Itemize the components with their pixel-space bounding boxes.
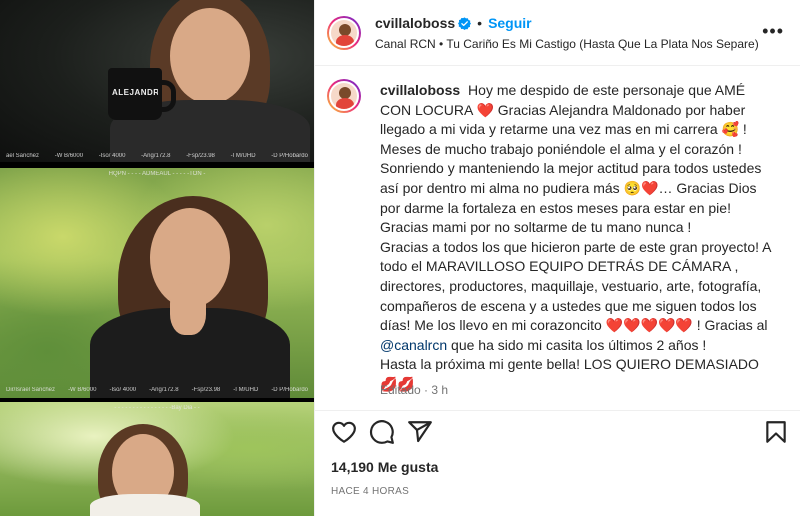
post-actions: 14,190 Me gusta HACE 4 HORAS — [315, 410, 800, 516]
caption-avatar[interactable] — [327, 79, 361, 113]
post-location[interactable]: Canal RCN • Tu Cariño Es Mi Castigo (Has… — [375, 37, 759, 51]
camera-overlay-bar: Dir/Israel Sanchez -W B/6000 -Iso/ 4000 … — [0, 384, 314, 396]
username-link[interactable]: cvillaloboss — [375, 15, 455, 31]
mug: ALEJANDR — [108, 68, 176, 120]
separator-dot: • — [477, 15, 483, 31]
mug-label: ALEJANDR — [112, 88, 158, 97]
more-options-icon[interactable]: ••• — [762, 22, 784, 40]
media-frame-2: HQPN - - - - ADMEAUL - - - - -TON - Dir/… — [0, 168, 314, 398]
post-header: cvillaloboss • Seguir Canal RCN • Tu Car… — [315, 0, 800, 66]
overlay-text: -I M/UHD — [230, 153, 256, 159]
share-icon[interactable] — [407, 419, 433, 445]
verified-badge-icon — [458, 16, 472, 30]
post-media[interactable]: ALEJANDR ael Sanchez -W B/6000 -Iso/ 400… — [0, 0, 314, 516]
caption-text: que ha sido mi casita los últimos 2 años… — [451, 336, 707, 353]
post-time[interactable]: HACE 4 HORAS — [331, 486, 409, 497]
caption-text: Hasta la próxima mi gente bella! LOS QUI… — [380, 356, 759, 373]
edited-timestamp: Editado · 3 h — [380, 383, 449, 397]
overlay-text: -Ang/172.8 — [149, 387, 179, 393]
camera-overlay-top: - - - - - - - - - - - - - - - -Bay Dia -… — [0, 402, 314, 414]
pleading-heart-emoji: 🥺❤️ — [623, 179, 659, 196]
heart-icon[interactable] — [331, 419, 357, 445]
caption-text: ! Gracias al — [696, 317, 768, 334]
overlay-text: -Iso/ 4000 — [98, 153, 126, 159]
media-frame-1: ALEJANDR ael Sanchez -W B/6000 -Iso/ 400… — [0, 0, 314, 162]
overlay-text: - - - - - - - - - - - - - - - -Bay Dia -… — [114, 405, 200, 411]
overlay-text: HQPN - - - - ADMEAUL - - - - -TON - — [108, 171, 206, 177]
heart-emoji: ❤️ — [476, 101, 494, 118]
overlay-text: -Ang/172.8 — [141, 153, 171, 159]
person-hand — [170, 283, 206, 335]
mention-link[interactable]: @canalrcn — [380, 337, 447, 353]
overlay-text: -Fsp/23.98 — [186, 153, 215, 159]
post-caption: cvillaloboss Hoy me despido de este pers… — [380, 81, 775, 395]
bookmark-icon[interactable] — [763, 419, 789, 445]
camera-overlay-bar: ael Sanchez -W B/6000 -Iso/ 4000 -Ang/17… — [0, 150, 314, 162]
smiling-face-emoji: 🥰 — [721, 121, 740, 138]
header-user-row: cvillaloboss • Seguir — [375, 15, 532, 31]
overlay-text: -Fsp/23.98 — [191, 387, 221, 393]
post-details-panel: cvillaloboss • Seguir Canal RCN • Tu Car… — [315, 0, 800, 516]
overlay-text: -W B/6000 — [54, 153, 84, 159]
like-count[interactable]: 14,190 Me gusta — [331, 459, 438, 475]
avatar[interactable] — [327, 16, 361, 50]
overlay-text: -W B/6000 — [68, 387, 97, 393]
overlay-text: ael Sanchez — [6, 153, 40, 159]
overlay-text: -D P/Hobardo — [271, 153, 308, 159]
person-face — [170, 8, 250, 104]
camera-overlay-top: HQPN - - - - ADMEAUL - - - - -TON - — [0, 168, 314, 180]
caption-username-link[interactable]: cvillaloboss — [380, 82, 460, 98]
person-body — [90, 494, 200, 516]
media-frame-3: - - - - - - - - - - - - - - - -Bay Dia -… — [0, 402, 314, 516]
overlay-text: -I M/UHD — [233, 387, 259, 393]
comment-icon[interactable] — [369, 419, 395, 445]
follow-button[interactable]: Seguir — [488, 15, 532, 31]
overlay-text: -Iso/ 4000 — [109, 387, 137, 393]
caption-area: cvillaloboss Hoy me despido de este pers… — [315, 67, 800, 408]
hearts-emoji: ❤️❤️❤️❤️❤️ — [605, 317, 693, 334]
overlay-text: -D P/Hobardo — [271, 387, 308, 393]
overlay-text: Dir/Israel Sanchez — [6, 387, 56, 393]
